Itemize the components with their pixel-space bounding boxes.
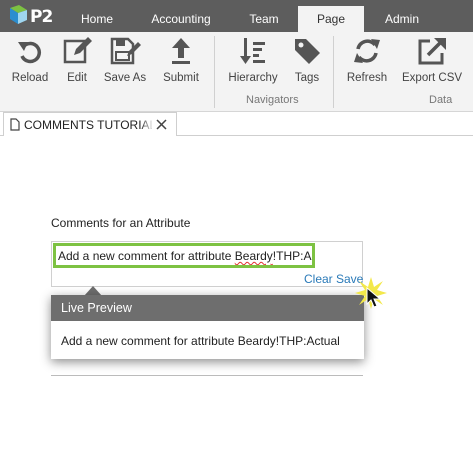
close-icon[interactable] — [156, 119, 167, 130]
page-icon — [10, 118, 20, 131]
comment-text-misspelled: Beardy — [234, 249, 273, 263]
ribbon-separator — [214, 36, 215, 108]
document-tab[interactable]: COMMENTS TUTORIAL 4 — [3, 112, 177, 136]
submit-label: Submit — [163, 72, 199, 84]
tab-title-fade — [140, 114, 154, 134]
document-tab-bar: COMMENTS TUTORIAL 4 — [0, 112, 473, 136]
submit-icon — [172, 38, 190, 64]
hierarchy-button[interactable]: Hierarchy — [226, 36, 280, 88]
export-csv-label: Export CSV — [402, 72, 463, 84]
refresh-icon — [354, 39, 380, 63]
comment-text-suffix: !THP:Actual — [272, 249, 312, 263]
ribbon-toolbar: Reload Edit Save As Submit Hierarchy Tag… — [0, 32, 473, 112]
click-highlight-burst-icon — [355, 277, 387, 309]
reload-button[interactable]: Reload — [8, 36, 52, 88]
export-icon — [418, 38, 446, 65]
live-preview-title: Live Preview — [51, 295, 364, 321]
save-as-icon — [110, 37, 141, 65]
edit-button[interactable]: Edit — [58, 36, 96, 88]
ribbon-separator — [333, 36, 334, 108]
refresh-button[interactable]: Refresh — [344, 36, 390, 88]
p2-logo: P2 — [8, 4, 53, 28]
top-navigation-bar: P2 Home Accounting Team Page Admin — [0, 0, 473, 32]
tab-team[interactable]: Team — [236, 6, 292, 32]
clear-button[interactable]: Clear — [304, 272, 333, 286]
group-label-data: Data — [429, 94, 453, 106]
hierarchy-label: Hierarchy — [228, 72, 278, 84]
submit-button[interactable]: Submit — [160, 36, 202, 88]
refresh-label: Refresh — [346, 72, 388, 84]
logo-text: P2 — [30, 7, 53, 27]
tags-label: Tags — [294, 72, 320, 84]
save-as-button[interactable]: Save As — [102, 36, 148, 88]
comment-text-prefix: Add a new comment for attribute — [58, 249, 235, 263]
tab-accounting[interactable]: Accounting — [140, 6, 222, 32]
tab-page[interactable]: Page — [298, 6, 364, 32]
comment-input[interactable]: Add a new comment for attribute Beardy!T… — [53, 243, 315, 268]
document-tab-title: COMMENTS TUTORIAL 4 — [24, 118, 152, 132]
reload-label: Reload — [11, 72, 49, 84]
edit-icon — [63, 37, 92, 64]
tags-button[interactable]: Tags — [288, 36, 326, 88]
save-as-label: Save As — [103, 72, 147, 84]
live-preview-text: Add a new comment for attribute Beardy!T… — [61, 334, 340, 348]
live-preview-popup: Live Preview Add a new comment for attri… — [51, 295, 364, 359]
export-csv-button[interactable]: Export CSV — [402, 36, 462, 88]
edit-label: Edit — [67, 72, 87, 84]
tab-home[interactable]: Home — [68, 6, 126, 32]
tag-icon — [295, 39, 320, 64]
tab-admin[interactable]: Admin — [372, 6, 432, 32]
group-label-navigators: Navigators — [246, 94, 299, 106]
reload-icon — [18, 41, 41, 64]
section-label: Comments for an Attribute — [51, 216, 191, 230]
hierarchy-sort-icon — [240, 38, 265, 64]
